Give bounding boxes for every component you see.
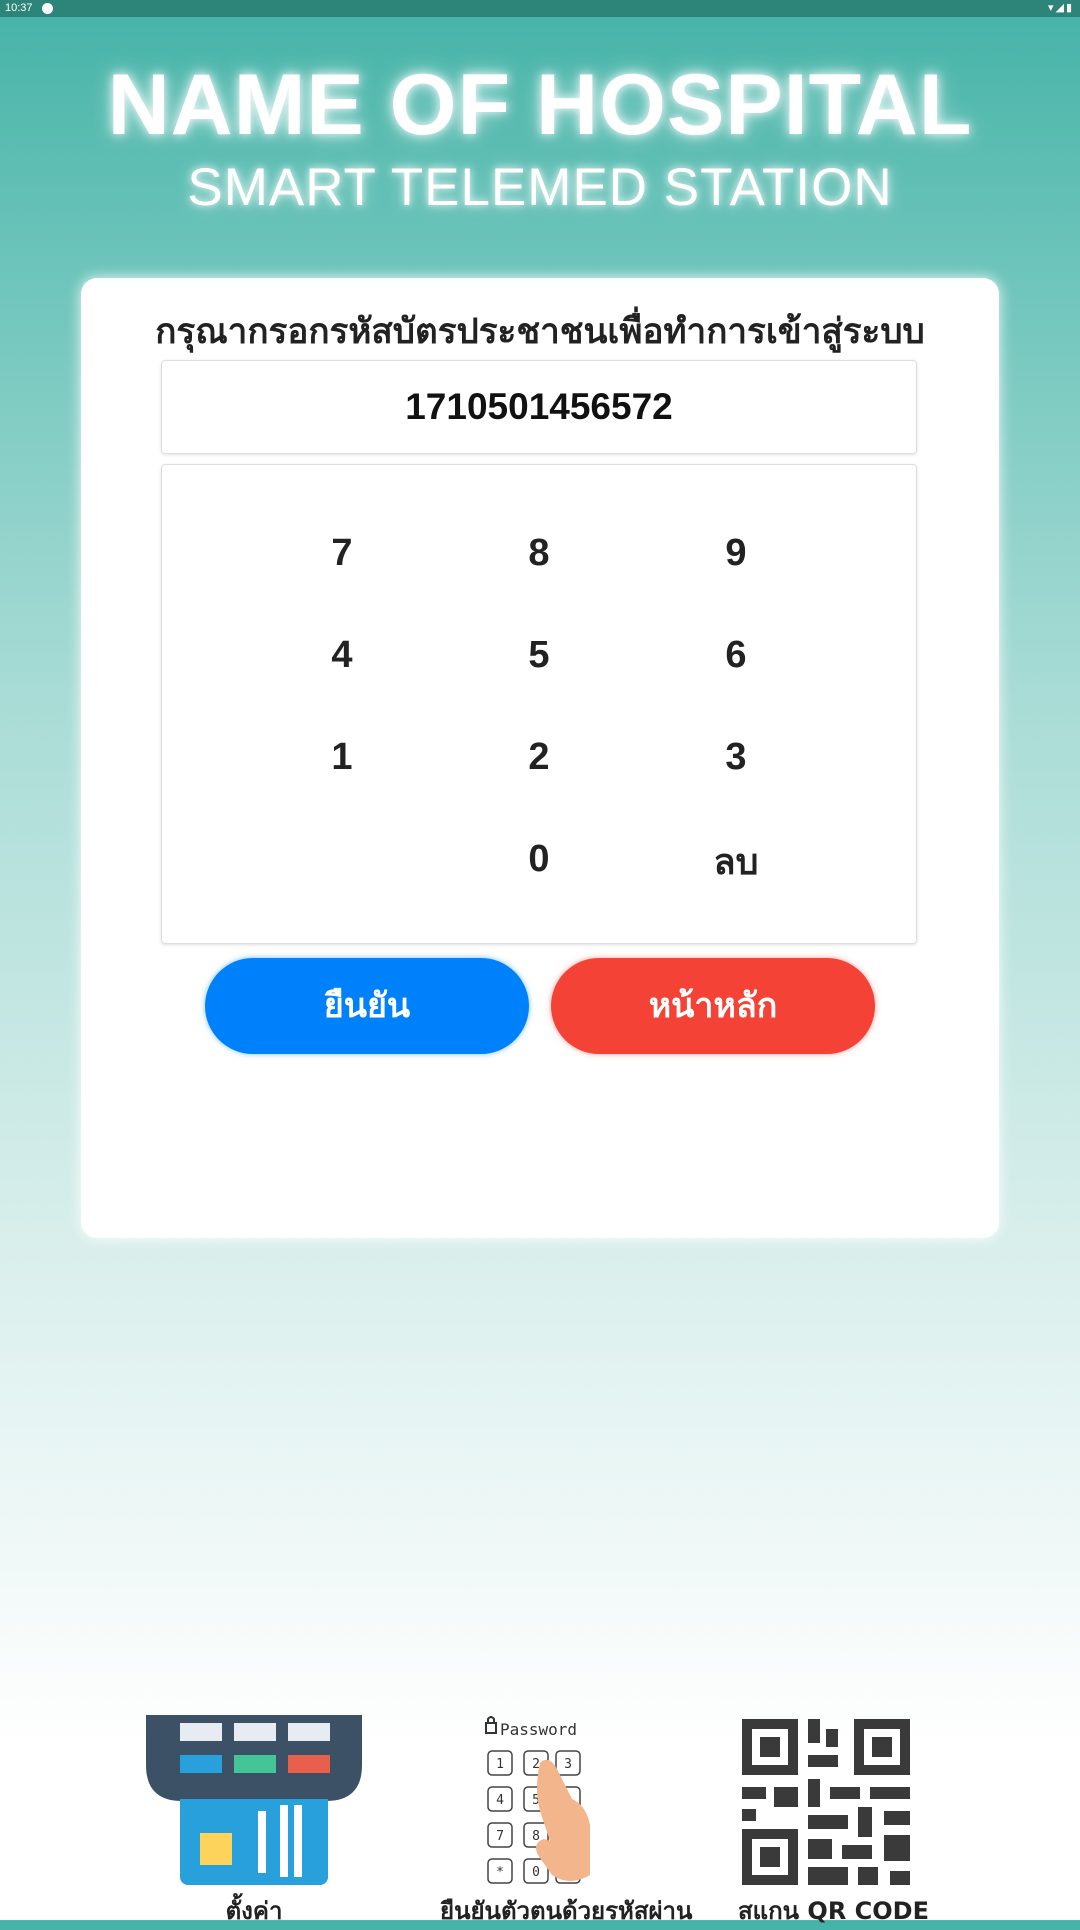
page-header: NAME OF HOSPITAL SMART TELEMED STATION [0, 55, 1080, 221]
id-number-field[interactable]: 1710501456572 [161, 360, 917, 454]
key-4[interactable]: 4 [282, 615, 402, 695]
svg-text:0: 0 [532, 1865, 540, 1880]
home-button[interactable]: หน้าหลัก [551, 958, 875, 1054]
system-status-icons: ▾◢▮ [1048, 0, 1074, 17]
signal-icon: ◢ [1055, 2, 1066, 14]
svg-text:*: * [496, 1865, 504, 1880]
password-icon-text: Password [500, 1720, 577, 1739]
key-9[interactable]: 9 [676, 513, 796, 593]
settings-option-label: ตั้งค่า [225, 1897, 283, 1925]
qr-scan-option[interactable]: สแกน QR CODE [738, 1715, 929, 1925]
delete-key[interactable]: ลบ [676, 823, 796, 903]
confirm-button[interactable]: ยืนยัน [205, 958, 529, 1054]
password-option-label: ยืนยันตัวตนด้วยรหัสผ่าน [440, 1897, 693, 1925]
hospital-name: NAME OF HOSPITAL [107, 57, 973, 153]
settings-option[interactable]: ตั้งค่า [146, 1715, 362, 1925]
svg-text:7: 7 [496, 1829, 504, 1844]
id-prompt: กรุณากรอกรหัสบัตรประชาชนเพื่อทำการเข้าสู… [155, 312, 925, 352]
login-card: กรุณากรอกรหัสบัตรประชาชนเพื่อทำการเข้าสู… [81, 278, 999, 1238]
password-option[interactable]: Password 123 45 78 *0# ยืนยันตัวตนด้วยรห… [440, 1715, 692, 1925]
battery-icon: ▮ [1065, 2, 1074, 14]
status-bar: 10:37 ▾◢▮ [0, 0, 1080, 17]
key-1[interactable]: 1 [282, 717, 402, 797]
card-reader-icon [146, 1715, 362, 1885]
key-5[interactable]: 5 [479, 615, 599, 695]
key-6[interactable]: 6 [676, 615, 796, 695]
qr-code-icon [742, 1719, 910, 1885]
svg-text:3: 3 [564, 1757, 572, 1772]
key-2[interactable]: 2 [479, 717, 599, 797]
svg-text:1: 1 [496, 1757, 504, 1772]
status-time: 10:37 [5, 2, 33, 14]
numeric-keypad: 7 8 9 4 5 6 1 2 3 0 ลบ [161, 464, 917, 944]
password-keypad-icon: Password 123 45 78 *0# [485, 1716, 590, 1884]
svg-text:8: 8 [532, 1829, 540, 1844]
notification-icon [42, 3, 53, 14]
svg-text:4: 4 [496, 1793, 504, 1808]
key-8[interactable]: 8 [479, 513, 599, 593]
qr-scan-option-label: สแกน QR CODE [738, 1897, 929, 1925]
key-0[interactable]: 0 [479, 819, 599, 899]
key-3[interactable]: 3 [676, 717, 796, 797]
station-subtitle: SMART TELEMED STATION [187, 158, 893, 217]
key-7[interactable]: 7 [282, 513, 402, 593]
